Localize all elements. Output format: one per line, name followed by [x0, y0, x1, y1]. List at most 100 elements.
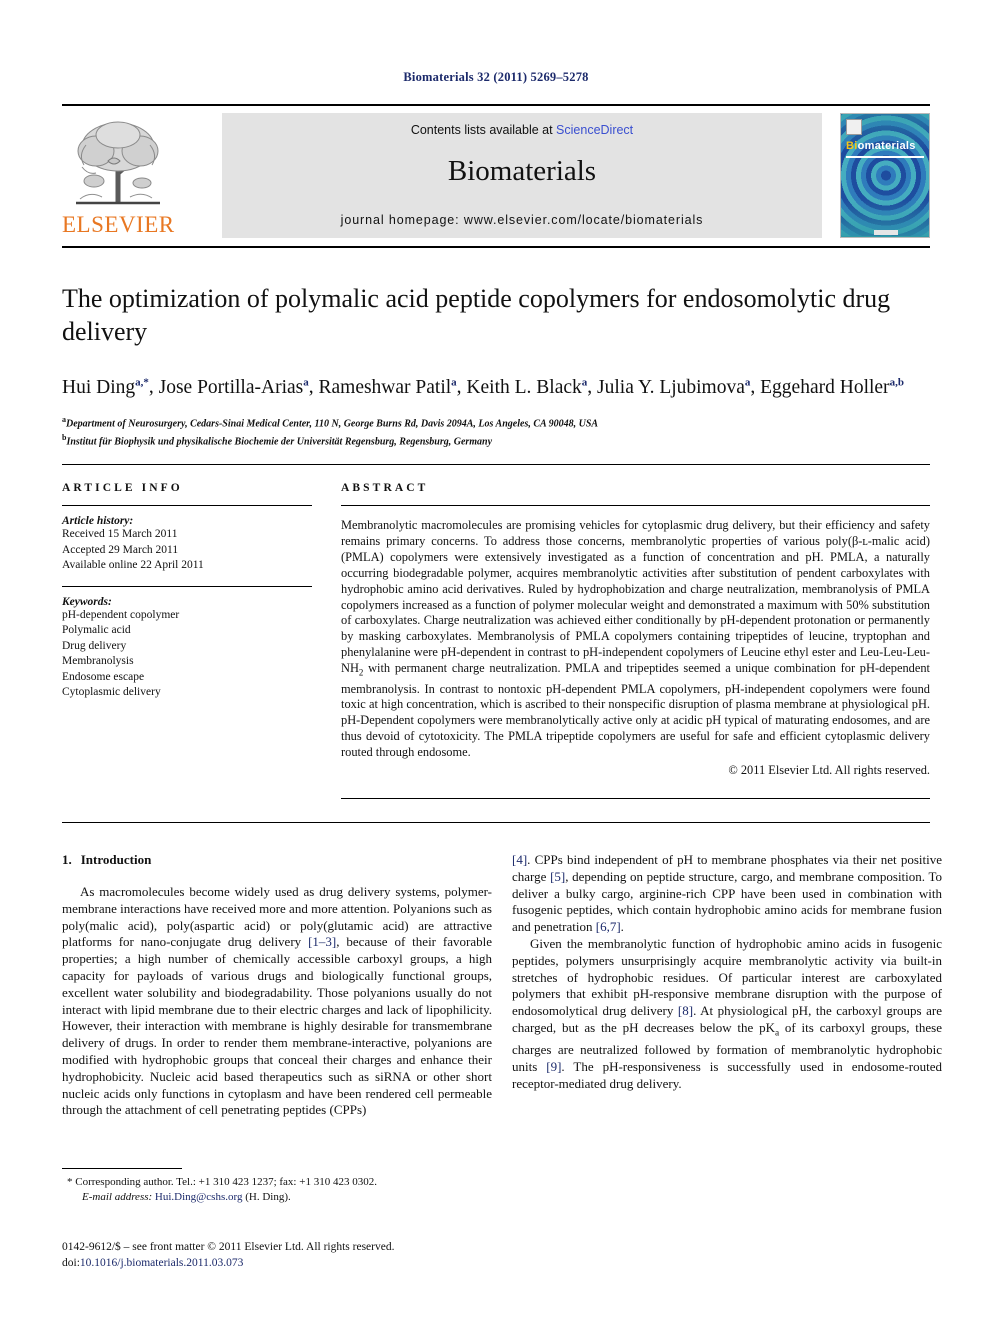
article-history-online: Available online 22 April 2011 [62, 559, 204, 571]
author-affil-mark: a,* [135, 376, 149, 388]
front-matter-line: 0142-9612/$ – see front matter © 2011 El… [62, 1241, 395, 1253]
page-title: The optimization of polymalic acid pepti… [62, 284, 891, 346]
abstract-part-2: with permanent charge neutralization. PM… [341, 661, 930, 760]
affiliation-text: Institut für Biophysik und physikalische… [66, 436, 493, 448]
email-line: E-mail address: Hui.Ding@cshs.org (H. Di… [62, 1190, 492, 1205]
cover-elsevier-mark [846, 119, 862, 135]
intro-p1-b: , because of their favorable properties;… [62, 934, 492, 1118]
intro-paragraph-1-left: As macromolecules become widely used as … [62, 884, 492, 1119]
citation-ref[interactable]: [5] [550, 869, 565, 884]
section-number: 1. [62, 852, 72, 867]
email-link[interactable]: Hui.Ding@cshs.org [155, 1191, 243, 1203]
contents-available-line: Contents lists available at ScienceDirec… [222, 123, 822, 137]
keyword-item: Membranolysis [62, 655, 134, 667]
body-top-rule [62, 822, 930, 823]
intro-paragraph-1-right: [4]. CPPs bind independent of pH to memb… [512, 852, 942, 936]
affiliation-text: Department of Neurosurgery, Cedars-Sinai… [66, 417, 599, 429]
abstract-part-1: Membranolytic macromolecules are promisi… [341, 518, 930, 676]
section-label: Introduction [80, 852, 152, 867]
affiliation-list: aDepartment of Neurosurgery, Cedars-Sina… [62, 413, 930, 451]
footnote-rule [62, 1168, 182, 1169]
body-column-left: 1. Introduction As macromolecules become … [62, 852, 492, 1119]
elsevier-wordmark: ELSEVIER [62, 212, 175, 237]
email-label: E-mail address: [82, 1191, 153, 1203]
abstract-heading: ABSTRACT [341, 482, 429, 494]
author-name: Eggehard Holler [760, 376, 890, 398]
author-item: Rameshwar Patila [318, 376, 457, 398]
title-block: The optimization of polymalic acid pepti… [62, 282, 930, 450]
author-name: Jose Portilla-Arias [158, 376, 304, 398]
paper-page: Biomaterials 32 (2011) 5269–5278 ELSEVIE… [0, 0, 992, 1323]
body-column-right: [4]. CPPs bind independent of pH to memb… [512, 852, 942, 1093]
author-list: Hui Dinga,*, Jose Portilla-Ariasa, Rames… [62, 376, 904, 398]
article-info-rule [62, 505, 312, 506]
corresponding-author-line: * Corresponding author. Tel.: +1 310 423… [67, 1176, 377, 1188]
intro-p1-d: , depending on peptide structure, cargo,… [512, 868, 942, 935]
author-affil-mark: a [303, 376, 309, 388]
article-info-heading: ARTICLE INFO [62, 482, 183, 494]
abstract-copyright: © 2011 Elsevier Ltd. All rights reserved… [728, 763, 930, 778]
email-suffix: (H. Ding). [245, 1191, 291, 1203]
citation-ref[interactable]: [6,7] [596, 919, 621, 934]
journal-header-panel: Contents lists available at ScienceDirec… [222, 113, 822, 238]
doi-link[interactable]: 10.1016/j.biomaterials.2011.03.073 [80, 1257, 243, 1269]
keywords-label: Keywords: [62, 595, 112, 608]
journal-homepage-link[interactable]: journal homepage: www.elsevier.com/locat… [222, 213, 822, 227]
cover-title-accent: Bi [846, 140, 858, 152]
author-item: Hui Dinga,* [62, 376, 149, 398]
intro-p1-e: . [620, 919, 624, 935]
corresponding-author-footnote: * Corresponding author. Tel.: +1 310 423… [62, 1175, 492, 1205]
author-name: Rameshwar Patil [318, 376, 452, 398]
journal-title: Biomaterials [447, 155, 597, 187]
author-affil-mark: a [581, 376, 588, 388]
citation-ref[interactable]: [8] [678, 1003, 693, 1018]
author-item: Jose Portilla-Ariasa [158, 376, 309, 398]
abstract-column: ABSTRACT Membranolytic macromolecules ar… [341, 482, 930, 778]
citation-ref[interactable]: [9] [546, 1059, 561, 1074]
keyword-item: pH-dependent copolymer [62, 608, 180, 621]
elsevier-logo: ELSEVIER [62, 113, 174, 238]
running-head: Biomaterials 32 (2011) 5269–5278 [403, 70, 589, 84]
author-affil-mark: a [451, 376, 457, 388]
sciencedirect-link[interactable]: ScienceDirect [556, 123, 633, 137]
elsevier-tree-icon [68, 115, 168, 212]
author-item: Eggehard Hollera,b [760, 376, 904, 398]
author-item: Keith L. Blacka [466, 376, 588, 398]
introduction-heading: 1. Introduction [62, 852, 492, 868]
info-abstract-top-rule [62, 464, 930, 465]
author-affil-mark: a,b [889, 376, 904, 388]
author-name: Hui Ding [62, 376, 136, 398]
affiliation-item: aDepartment of Neurosurgery, Cedars-Sina… [62, 413, 930, 432]
masthead-bottom-rule [62, 246, 930, 248]
contents-prefix: Contents lists available at [410, 123, 557, 137]
citation-ref[interactable]: [1–3] [308, 934, 336, 949]
cover-title: Biomaterials [846, 140, 916, 152]
article-info-column: ARTICLE INFO Article history: Received 1… [62, 482, 312, 701]
keyword-item: Drug delivery [62, 639, 127, 652]
intro-p2-d: . The pH-responsiveness is successfully … [512, 1059, 942, 1091]
journal-cover-thumbnail: Biomaterials [840, 113, 930, 238]
abstract-rule [341, 505, 930, 506]
masthead-body: ELSEVIER Contents lists available at Sci… [62, 113, 930, 238]
keyword-item: Polymalic acid [62, 624, 131, 636]
article-history-received: Received 15 March 2011 [62, 528, 178, 540]
keyword-item: Cytoplasmic delivery [62, 686, 161, 698]
doi-line: doi:10.1016/j.biomaterials.2011.03.073 [62, 1256, 622, 1272]
article-history-label: Article history: [62, 515, 134, 527]
doi-label: doi: [62, 1256, 80, 1269]
author-affil-mark: a [744, 376, 751, 388]
author-name: Keith L. Black [466, 376, 582, 398]
masthead-top-rule [62, 104, 930, 106]
cover-title-rest: omaterials [857, 140, 916, 152]
affiliation-item: bInstitut für Biophysik und physikalisch… [62, 431, 930, 450]
keyword-item: Endosome escape [62, 670, 145, 683]
page-footer: 0142-9612/$ – see front matter © 2011 El… [62, 1240, 622, 1271]
abstract-bottom-rule [341, 798, 930, 799]
cover-footer-box [874, 230, 898, 235]
intro-paragraph-2: Given the membranolytic function of hydr… [512, 936, 942, 1093]
citation-ref[interactable]: [4] [512, 852, 527, 867]
cover-divider [846, 156, 924, 158]
article-history-accepted: Accepted 29 March 2011 [62, 543, 179, 556]
author-name: Julia Y. Ljubimova [597, 376, 745, 398]
keywords-rule [62, 585, 312, 587]
